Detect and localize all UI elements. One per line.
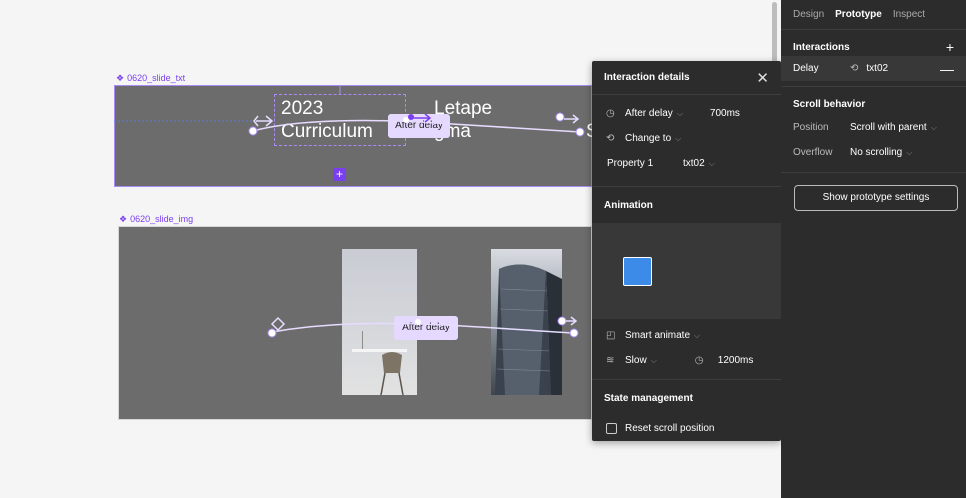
chevron-down-icon: ⌵ (708, 158, 715, 168)
trigger-select[interactable]: After delay (625, 108, 673, 119)
animation-preview (592, 223, 781, 319)
add-interaction-icon[interactable]: + (333, 168, 346, 181)
property-label: Property 1 (607, 158, 654, 169)
connection-handle (267, 328, 277, 338)
connection-handle (415, 319, 421, 325)
action-row[interactable]: ⟲ Change to ⌵ (592, 126, 781, 151)
property-value-select[interactable]: txt02 (683, 158, 705, 169)
details-header: Interaction details ✕ (592, 61, 781, 95)
overflow-select[interactable]: No scrolling (850, 147, 902, 158)
reset-scroll-checkbox[interactable] (606, 423, 617, 434)
swap-icon: ⟲ (850, 63, 859, 74)
interaction-target: txt02 (866, 63, 889, 74)
trigger-row[interactable]: ◷ After delay ⌵ 700ms (592, 101, 781, 126)
chevron-down-icon: ⌵ (675, 133, 682, 143)
easing-row[interactable]: ≋ Slow ⌵ ◷ 1200ms (592, 348, 781, 373)
connection-handle (557, 316, 567, 326)
position-select[interactable]: Scroll with parent (850, 122, 927, 133)
connection-handle (575, 127, 585, 137)
easing-curve-icon: ≋ (606, 355, 615, 366)
timer-icon: ◷ (694, 355, 704, 366)
tab-design[interactable]: Design (793, 9, 824, 20)
connection-handle (569, 328, 579, 338)
animation-type-row[interactable]: ◰ Smart animate ⌵ (592, 323, 781, 348)
connection-handle (408, 114, 414, 120)
animation-preview-square (623, 257, 652, 286)
chevron-down-icon: ⌵ (676, 108, 683, 118)
easing-select[interactable]: Slow (625, 355, 647, 366)
reset-scroll-label: Reset scroll position (625, 423, 715, 434)
property-row[interactable]: Property 1 txt02 ⌵ (592, 151, 781, 176)
connection-line-txt (252, 119, 581, 133)
interaction-trigger: Delay (793, 63, 819, 74)
interaction-item[interactable]: Delay ⟲ txt02 — (781, 56, 966, 81)
tab-prototype[interactable]: Prototype (835, 9, 882, 20)
duration-input[interactable]: 1200ms (718, 355, 754, 366)
chevron-down-icon: ⌵ (930, 122, 937, 132)
properties-panel: Design Prototype Inspect Interactions + … (781, 0, 966, 498)
swap-icon: ⟲ (606, 133, 615, 144)
connection-handle (403, 117, 409, 123)
clock-icon: ◷ (606, 108, 615, 119)
divider (781, 172, 966, 173)
connection-line-img (271, 322, 575, 334)
interaction-details-panel: Interaction details ✕ ◷ After delay ⌵ 70… (592, 61, 781, 441)
chevron-down-icon: ⌵ (650, 355, 657, 365)
connection-handle (555, 112, 565, 122)
overflow-row[interactable]: Overflow No scrolling ⌵ (781, 140, 966, 165)
animation-section-title: Animation (604, 199, 653, 211)
state-management-title: State management (604, 392, 693, 404)
show-prototype-settings-button[interactable]: Show prototype settings (794, 185, 958, 211)
interactions-title: Interactions (793, 41, 850, 53)
position-label: Position (793, 122, 829, 133)
arrow-right-icon (256, 115, 274, 127)
position-row[interactable]: Position Scroll with parent ⌵ (781, 115, 966, 140)
tab-inspect[interactable]: Inspect (893, 9, 925, 20)
details-title: Interaction details (604, 72, 690, 83)
delay-value-input[interactable]: 700ms (710, 108, 740, 119)
chevron-down-icon: ⌵ (694, 330, 701, 340)
connection-handle (248, 126, 258, 136)
reset-scroll-row[interactable]: Reset scroll position (592, 416, 781, 441)
add-interaction-button[interactable]: + (946, 39, 954, 55)
panel-tabs: Design Prototype Inspect (781, 0, 966, 30)
diamond-icon (270, 316, 286, 332)
action-select[interactable]: Change to (625, 133, 671, 144)
close-icon[interactable]: ✕ (756, 69, 769, 87)
animation-type-select[interactable]: Smart animate (625, 330, 690, 341)
overflow-label: Overflow (793, 147, 833, 158)
remove-interaction-button[interactable]: — (940, 61, 954, 77)
chevron-down-icon: ⌵ (906, 147, 913, 157)
smart-animate-icon: ◰ (606, 330, 616, 341)
